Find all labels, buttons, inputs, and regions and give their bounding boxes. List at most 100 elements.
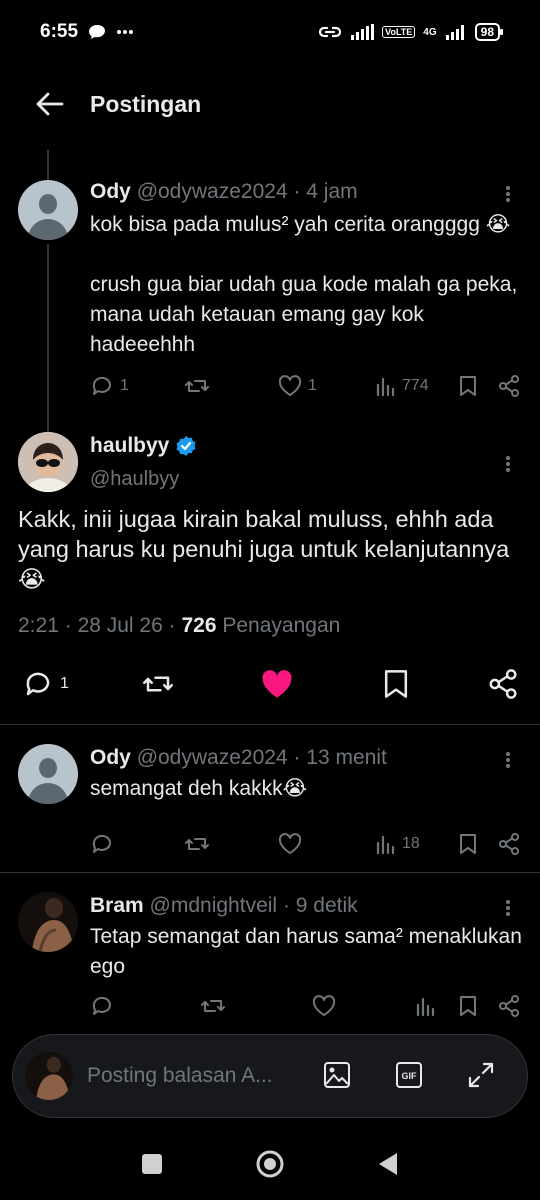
repost-icon	[143, 676, 173, 692]
more-options-icon[interactable]	[506, 454, 514, 474]
more-options-icon[interactable]	[506, 750, 514, 770]
thread-connector-top	[47, 150, 49, 180]
views-button[interactable]: 774	[376, 372, 429, 400]
post-text: semangat deh kakkk😭	[90, 777, 308, 800]
author-name[interactable]: Bram	[90, 894, 144, 917]
share-button[interactable]	[488, 668, 518, 700]
post-meta: Bram @mdnightveil · 9 detik	[90, 894, 358, 917]
author-handle[interactable]: @haulbyy	[90, 468, 179, 491]
post-time[interactable]: 13 menit	[306, 746, 387, 769]
system-nav-bar	[0, 1130, 540, 1200]
bookmark-button[interactable]	[382, 668, 410, 700]
divider	[0, 872, 540, 873]
like-button[interactable]	[260, 668, 294, 700]
author-name[interactable]: Ody	[90, 746, 131, 769]
reply-composer[interactable]: Posting balasan A... GIF	[12, 1034, 528, 1118]
author-handle[interactable]: @odywaze2024	[137, 746, 288, 769]
share-button[interactable]	[498, 830, 520, 858]
views-button[interactable]: 18	[376, 830, 420, 858]
back-button[interactable]	[32, 86, 68, 122]
share-button[interactable]	[498, 372, 520, 400]
bookmark-button[interactable]	[458, 830, 478, 858]
top-header: Postingan	[0, 64, 540, 144]
avatar[interactable]	[18, 432, 78, 492]
more-options-icon[interactable]	[506, 184, 514, 204]
repost-icon	[185, 838, 209, 850]
verified-badge-icon	[176, 436, 196, 456]
avatar[interactable]	[18, 892, 78, 952]
avatar[interactable]	[18, 180, 78, 240]
post-time[interactable]: 4 jam	[306, 180, 357, 203]
repost-button[interactable]	[200, 992, 226, 1020]
image-icon	[324, 1062, 350, 1088]
views-label[interactable]: Penayangan	[222, 614, 340, 637]
author-name[interactable]: haulbyy	[90, 434, 169, 458]
parent-post[interactable]: Ody @odywaze2024 · 4 jam kok bisa pada m…	[0, 180, 540, 420]
back-nav-button[interactable]	[378, 1152, 398, 1176]
svg-text:GIF: GIF	[402, 1071, 418, 1081]
author-handle[interactable]: @mdnightveil	[150, 894, 278, 917]
image-button[interactable]	[323, 1061, 351, 1089]
post-text: Tetap semangat dan harus sama² menakluka…	[90, 925, 522, 978]
home-button[interactable]	[256, 1150, 284, 1178]
share-icon	[499, 833, 519, 855]
share-button[interactable]	[498, 992, 520, 1020]
gif-icon: GIF	[396, 1062, 422, 1088]
reply-icon	[92, 834, 111, 853]
like-button[interactable]: 1	[278, 372, 317, 400]
reply-count: 1	[120, 377, 129, 394]
views-count: 18	[402, 835, 420, 852]
more-notifications-icon	[116, 29, 134, 35]
clock: 6:55	[40, 21, 79, 42]
reply-button[interactable]	[90, 992, 114, 1020]
views-chart-icon	[376, 835, 395, 854]
author-name-row[interactable]: haulbyy	[90, 434, 197, 458]
post-actions	[90, 992, 526, 1020]
views-count: 774	[402, 377, 429, 394]
post-time[interactable]: 9 detik	[296, 894, 358, 917]
post-text-2: crush gua biar udah gua kode malah ga pe…	[90, 273, 518, 356]
avatar[interactable]	[18, 744, 78, 804]
status-bar: 6:55 VoLTE 4G 98	[0, 0, 540, 64]
expand-icon	[468, 1062, 494, 1088]
views-chart-icon	[416, 997, 435, 1016]
like-button[interactable]	[312, 992, 336, 1020]
share-icon	[499, 995, 519, 1017]
post-date: 28 Jul 26	[77, 614, 163, 637]
share-icon	[489, 669, 517, 699]
heart-icon	[278, 375, 302, 396]
repost-button[interactable]	[184, 372, 210, 400]
post-meta: Ody @odywaze2024 · 4 jam	[90, 180, 358, 203]
bookmark-button[interactable]	[458, 992, 478, 1020]
home-circle-icon	[256, 1150, 284, 1178]
gif-button[interactable]: GIF	[395, 1061, 423, 1089]
author-handle[interactable]: @odywaze2024	[137, 180, 288, 203]
reply-post-ody[interactable]: Ody @odywaze2024 · 13 menit semangat deh…	[0, 744, 540, 864]
reply-input[interactable]: Posting balasan A...	[87, 1064, 302, 1088]
triangle-back-icon	[379, 1153, 397, 1175]
reply-post-bram[interactable]: Bram @mdnightveil · 9 detik Tetap semang…	[0, 892, 540, 1022]
views-button[interactable]	[416, 992, 436, 1020]
views-chart-icon	[376, 377, 395, 396]
page-title: Postingan	[90, 90, 202, 117]
divider	[0, 724, 540, 725]
bookmark-icon	[460, 996, 476, 1016]
reply-button[interactable]	[90, 830, 114, 858]
expand-button[interactable]	[467, 1061, 495, 1089]
reply-button[interactable]: 1	[90, 372, 129, 400]
repost-button[interactable]	[140, 668, 176, 700]
more-options-icon[interactable]	[506, 898, 514, 918]
reply-button[interactable]: 1	[22, 668, 69, 700]
heart-filled-icon	[262, 670, 292, 698]
my-avatar	[25, 1052, 73, 1100]
like-button[interactable]	[278, 830, 302, 858]
share-icon	[499, 375, 519, 397]
recents-button[interactable]	[142, 1154, 162, 1174]
repost-button[interactable]	[184, 830, 210, 858]
post-time: 2:21	[18, 614, 59, 637]
like-count: 1	[308, 377, 317, 394]
bookmark-button[interactable]	[458, 372, 478, 400]
views-count[interactable]: 726	[181, 614, 216, 637]
author-name[interactable]: Ody	[90, 180, 131, 203]
chat-notification-icon	[88, 24, 106, 40]
